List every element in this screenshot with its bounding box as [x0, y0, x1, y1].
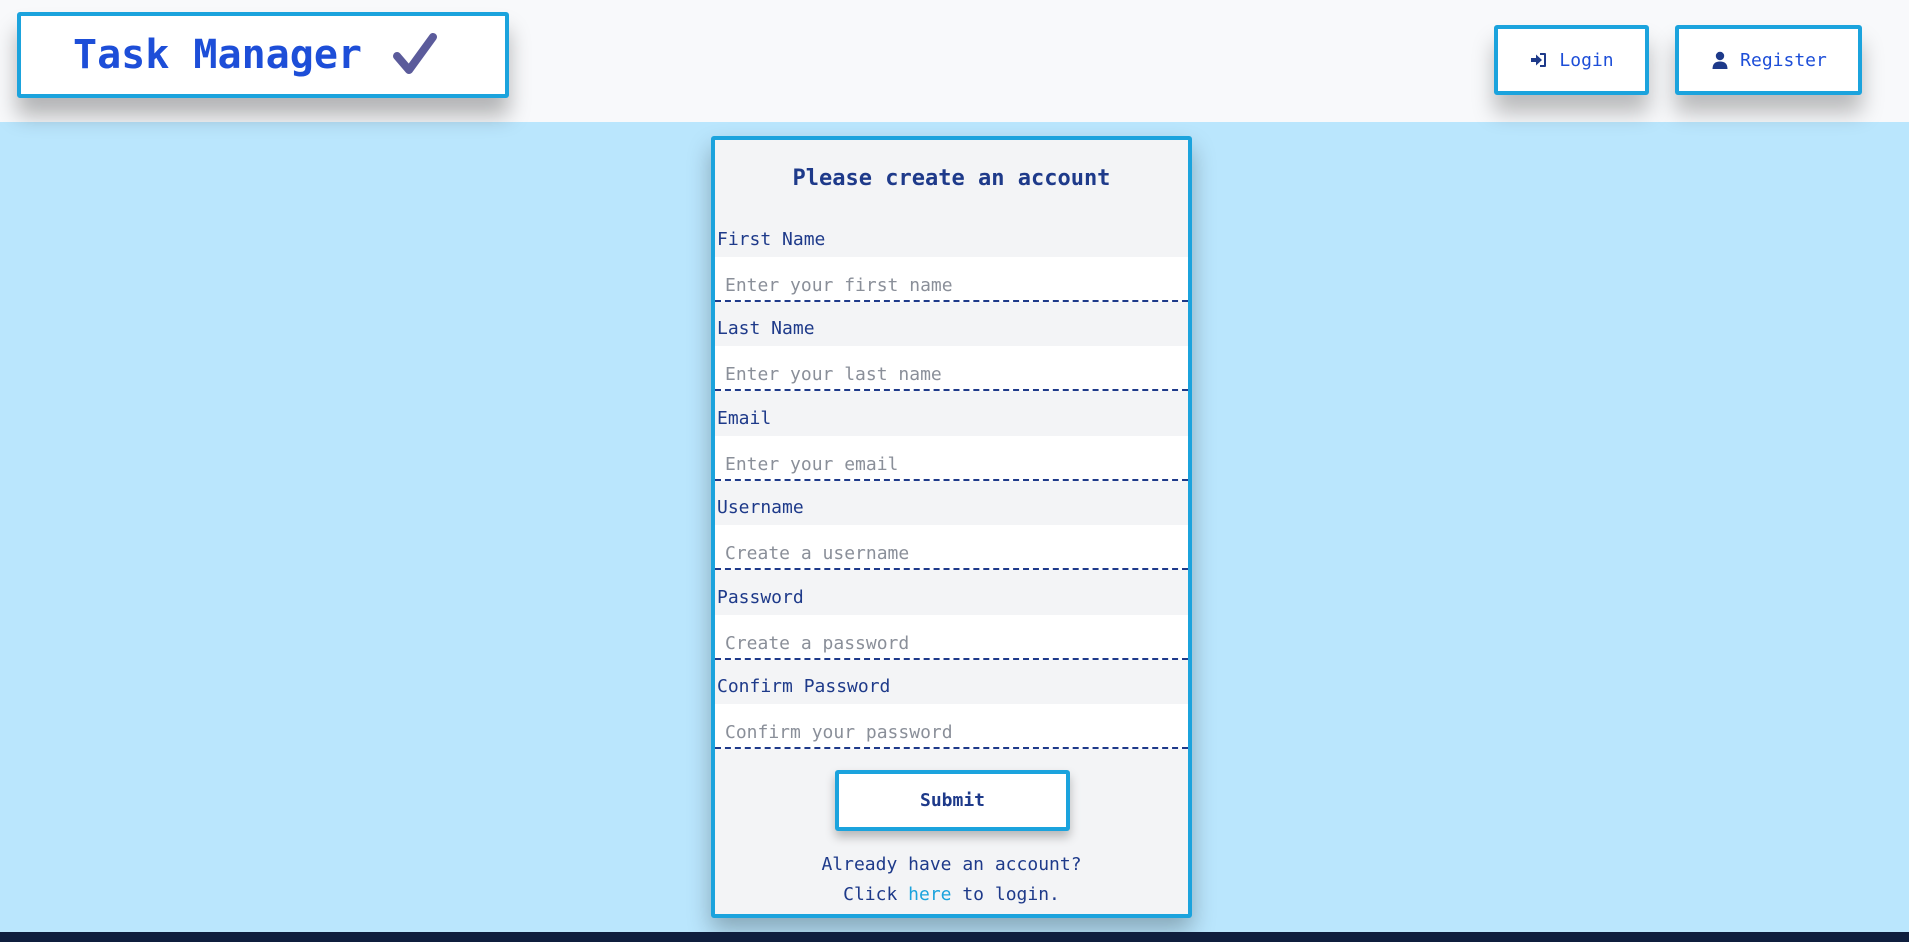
app-title: Task Manager	[73, 32, 362, 78]
top-header: Task Manager Login Register	[0, 0, 1909, 122]
sign-in-icon	[1529, 50, 1549, 70]
submit-button[interactable]: Submit	[835, 770, 1070, 831]
register-form-card: Please create an account First Name Last…	[711, 136, 1192, 918]
brand-box: Task Manager	[17, 12, 509, 98]
email-label: Email	[717, 408, 772, 429]
register-label: Register	[1740, 49, 1827, 71]
last-name-label: Last Name	[717, 318, 815, 339]
register-button[interactable]: Register	[1675, 25, 1862, 95]
form-title: Please create an account	[792, 166, 1111, 191]
login-prompt-line: Click here to login.	[715, 884, 1188, 905]
click-text: Click	[843, 884, 898, 905]
confirm-password-label: Confirm Password	[717, 676, 891, 697]
password-input[interactable]	[715, 615, 1188, 660]
username-input[interactable]	[715, 525, 1188, 570]
login-here-link[interactable]: here	[908, 884, 951, 905]
first-name-input[interactable]	[715, 257, 1188, 302]
login-button[interactable]: Login	[1494, 25, 1649, 95]
first-name-label: First Name	[717, 229, 826, 250]
last-name-input[interactable]	[715, 346, 1188, 391]
login-label: Login	[1559, 49, 1614, 71]
bottom-bar	[0, 932, 1909, 942]
login-prompt: Already have an account?	[821, 854, 1082, 875]
email-input[interactable]	[715, 436, 1188, 481]
checkmark-icon	[392, 32, 438, 78]
password-label: Password	[717, 587, 804, 608]
username-label: Username	[717, 497, 804, 518]
user-icon	[1710, 50, 1730, 70]
confirm-password-input[interactable]	[715, 704, 1188, 749]
to-login-text: to login.	[962, 884, 1060, 905]
